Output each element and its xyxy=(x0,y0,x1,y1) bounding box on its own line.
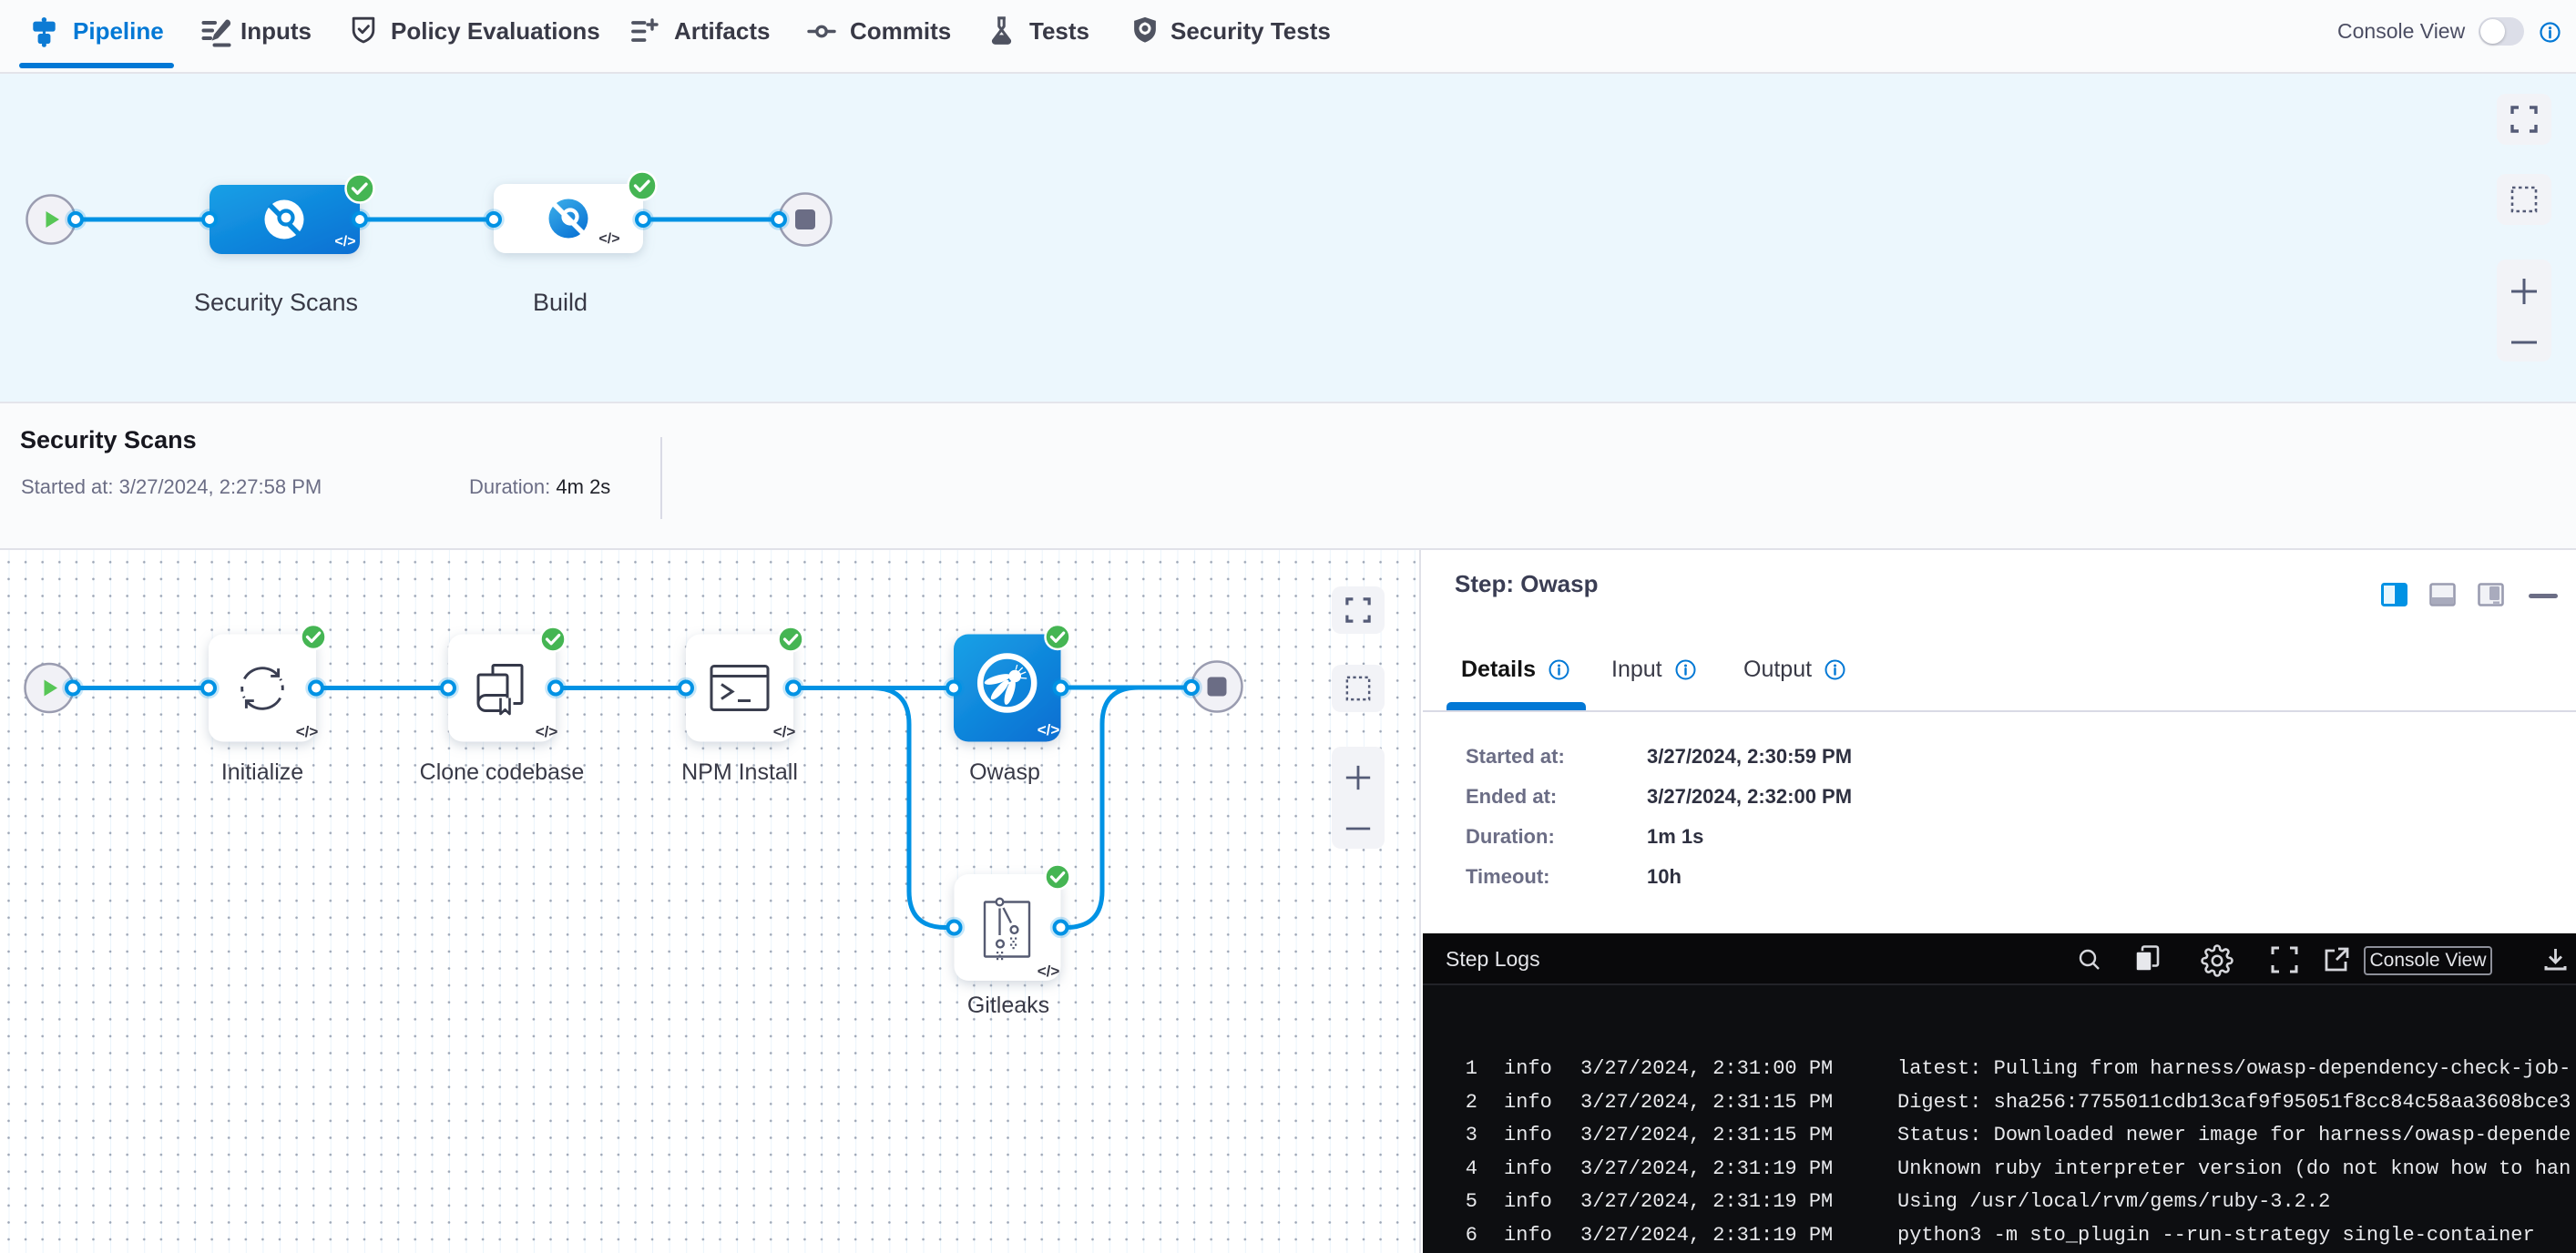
svg-text:</>: </> xyxy=(773,723,796,740)
svg-text:</>: </> xyxy=(598,231,619,247)
svg-text:</>: </> xyxy=(536,723,558,740)
svg-text:</>: </> xyxy=(334,234,355,250)
svg-text:</>: </> xyxy=(296,723,319,740)
svg-text:</>: </> xyxy=(1038,963,1060,980)
svg-text:</>: </> xyxy=(1038,721,1060,739)
